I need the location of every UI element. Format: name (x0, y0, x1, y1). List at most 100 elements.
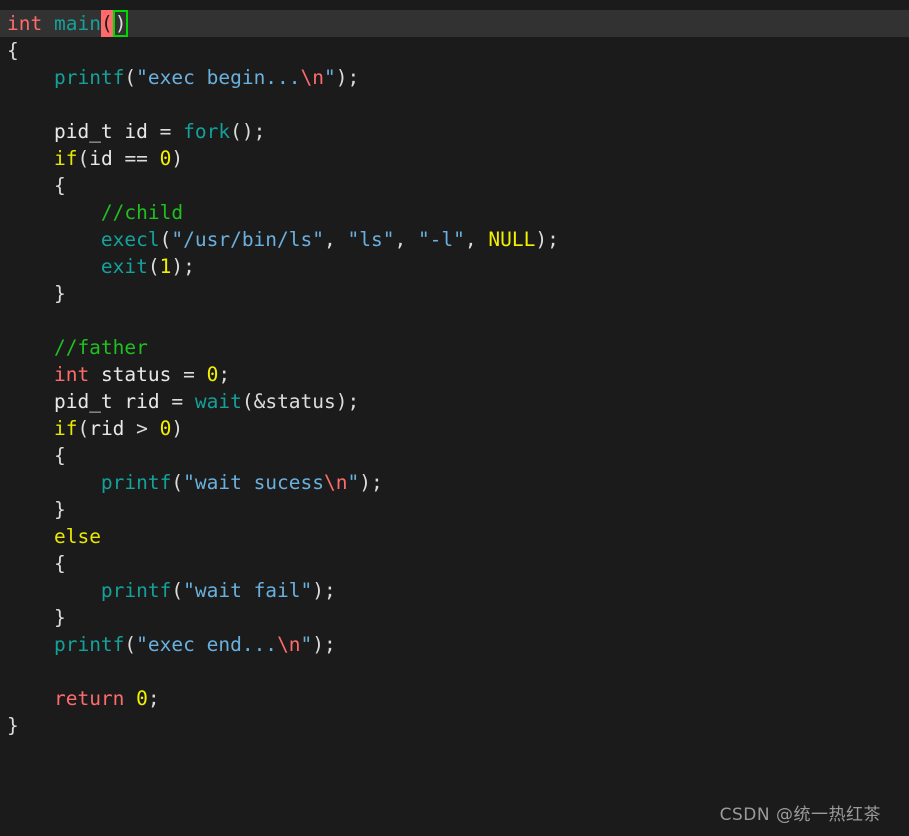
code-line-13[interactable]: //father (0, 334, 909, 361)
code-line-15[interactable]: pid_t rid = wait(&status); (0, 388, 909, 415)
token-operator-assign: = (159, 120, 172, 143)
token-paren-close: ) (171, 147, 184, 170)
token-string-close: " (324, 66, 336, 89)
token-function-main: main (53, 12, 101, 35)
code-line-27[interactable]: } (0, 712, 909, 739)
token-escape-newline: \n (277, 633, 301, 656)
token-paren-semicolon: ); (535, 228, 559, 251)
code-line-20[interactable]: else (0, 523, 909, 550)
code-line-10[interactable]: exit(1); (0, 253, 909, 280)
token-type-pid-t: pid_t (53, 390, 113, 413)
token-paren-open: ( (159, 228, 172, 251)
token-paren-open: ( (171, 471, 184, 494)
code-line-16[interactable]: if(rid > 0) (0, 415, 909, 442)
token-function-printf: printf (100, 579, 172, 602)
code-line-26[interactable]: return 0; (0, 685, 909, 712)
token-string-flag: "-l" (417, 228, 465, 251)
token-keyword-int: int (7, 12, 43, 35)
token-string-close: " (300, 633, 313, 656)
code-line-5[interactable]: pid_t id = fork(); (0, 118, 909, 145)
token-paren-semicolon: ); (312, 633, 336, 656)
code-line-2[interactable]: { (0, 37, 909, 64)
token-control-if: if (53, 147, 78, 170)
token-string: "exec begin... (136, 66, 301, 89)
token-comma: , (464, 228, 489, 251)
code-line-19[interactable]: } (0, 496, 909, 523)
token-control-else: else (53, 525, 101, 548)
token-paren-open: ( (147, 255, 160, 278)
token-string: "exec end... (136, 633, 278, 656)
code-line-3[interactable]: printf("exec begin...\n"); (0, 64, 909, 91)
token-identifier-rid: rid (89, 417, 137, 440)
token-semicolon: ; (218, 363, 231, 386)
token-paren-semicolon: ); (335, 66, 360, 89)
token-paren-open: ( (77, 147, 90, 170)
token-paren-close: ) (171, 417, 184, 440)
code-line-7[interactable]: { (0, 172, 909, 199)
token-keyword-return: return (53, 687, 125, 710)
code-line-24[interactable]: printf("exec end...\n"); (0, 631, 909, 658)
code-line-8[interactable]: //child (0, 199, 909, 226)
token-blank (7, 93, 19, 116)
token-function-execl: execl (100, 228, 160, 251)
code-line-12[interactable] (0, 307, 909, 334)
token-function-printf: printf (53, 66, 125, 89)
token-comma: , (394, 228, 418, 251)
token-brace-open: { (7, 552, 66, 575)
token-escape-newline: \n (300, 66, 325, 89)
token-escape-newline: \n (324, 471, 348, 494)
token-paren-open: ( (124, 633, 137, 656)
token-comment-child: //child (7, 201, 184, 224)
token-paren-semicolon: ); (171, 255, 195, 278)
code-line-11[interactable]: } (0, 280, 909, 307)
token-paren-semicolon: ); (359, 471, 383, 494)
token-function-exit: exit (100, 255, 148, 278)
code-line-4[interactable] (0, 91, 909, 118)
token-number-zero: 0 (159, 147, 172, 170)
token-function-fork: fork (183, 120, 231, 143)
token-identifier-id: id (112, 120, 160, 143)
token-operator-equality: == (124, 147, 148, 170)
token-args-status: (&status); (241, 390, 360, 413)
token-function-printf: printf (53, 633, 125, 656)
token-blank (7, 660, 19, 683)
code-editor[interactable]: int main() { printf("exec begin...\n"); … (0, 0, 909, 836)
token-paren-open: ( (77, 417, 90, 440)
token-brace-close: } (7, 282, 66, 305)
code-content[interactable]: int main() { printf("exec begin...\n"); … (0, 10, 909, 739)
code-line-25[interactable] (0, 658, 909, 685)
code-line-21[interactable]: { (0, 550, 909, 577)
code-line-9[interactable]: execl("/usr/bin/ls", "ls", "-l", NULL); (0, 226, 909, 253)
code-line-18[interactable]: printf("wait sucess\n"); (0, 469, 909, 496)
code-line-1[interactable]: int main() (0, 10, 909, 37)
token-keyword-int: int (53, 363, 90, 386)
token-semicolon: ; (147, 687, 160, 710)
code-line-23[interactable]: } (0, 604, 909, 631)
token-number-one: 1 (159, 255, 172, 278)
code-line-14[interactable]: int status = 0; (0, 361, 909, 388)
token-paren-semicolon: ); (312, 579, 336, 602)
token-identifier-rid: rid (112, 390, 172, 413)
token-operator-assign: = (171, 390, 184, 413)
code-line-22[interactable]: printf("wait fail"); (0, 577, 909, 604)
token-blank (7, 309, 19, 332)
token-constant-null: NULL (488, 228, 536, 251)
token-string-path: "/usr/bin/ls" (171, 228, 324, 251)
code-line-6[interactable]: if(id == 0) (0, 145, 909, 172)
code-line-17[interactable]: { (0, 442, 909, 469)
text-cursor[interactable]: ( (100, 10, 113, 37)
